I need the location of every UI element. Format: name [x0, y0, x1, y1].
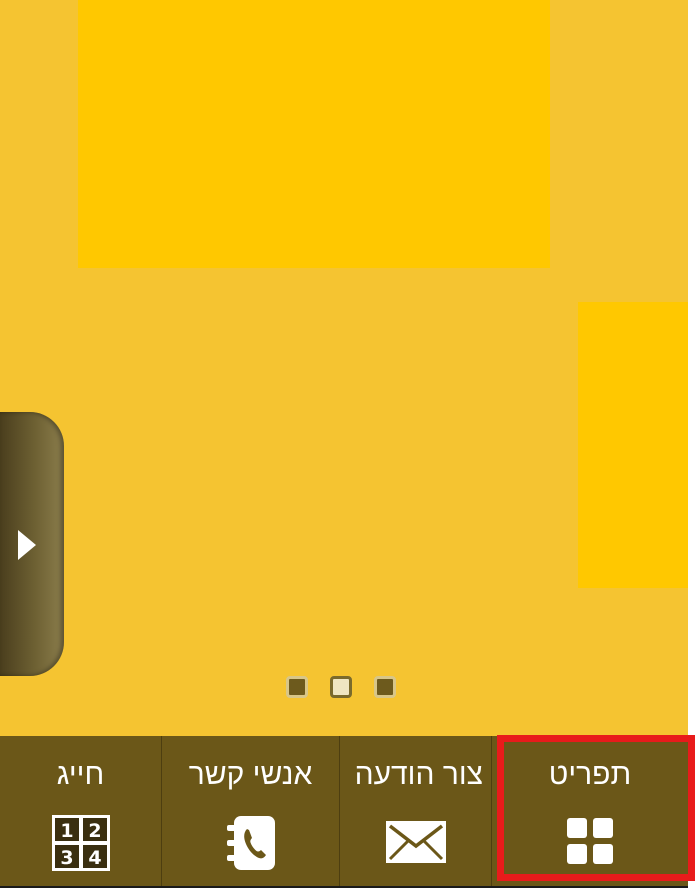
- tab-menu[interactable]: תפריט: [492, 736, 688, 886]
- tab-menu-label: תפריט: [548, 758, 632, 791]
- page-dot[interactable]: [286, 676, 308, 698]
- tab-compose-label: צור הודעה: [354, 758, 483, 791]
- keypad-digit: 3: [60, 847, 73, 869]
- tab-contacts[interactable]: אנשי קשר: [162, 736, 340, 886]
- menu-grid-icon: [567, 818, 613, 864]
- side-panel-handle[interactable]: [0, 412, 64, 676]
- contacts-phone-icon: [226, 816, 275, 870]
- chevron-right-icon: [18, 530, 36, 560]
- page-indicator: [286, 676, 396, 698]
- tab-contacts-label: אנשי קשר: [188, 758, 313, 791]
- home-tile[interactable]: [578, 302, 688, 588]
- home-screen: [0, 0, 688, 736]
- bottom-tab-bar: חייג 1 2 3 4 אנשי קשר צור הודעה תפריט: [0, 736, 688, 886]
- tab-dial-label: חייג: [56, 758, 105, 791]
- envelope-icon: [385, 821, 446, 863]
- screen-edge: [688, 0, 700, 888]
- home-tile[interactable]: [78, 0, 550, 268]
- tab-compose[interactable]: צור הודעה: [340, 736, 492, 886]
- keypad-icon: 1 2 3 4: [51, 815, 110, 871]
- keypad-digit: 1: [60, 820, 73, 842]
- keypad-digit: 4: [88, 847, 101, 869]
- page-dot[interactable]: [374, 676, 396, 698]
- tab-dial[interactable]: חייג 1 2 3 4: [0, 736, 162, 886]
- keypad-digit: 2: [88, 820, 101, 842]
- page-dot-active[interactable]: [330, 676, 352, 698]
